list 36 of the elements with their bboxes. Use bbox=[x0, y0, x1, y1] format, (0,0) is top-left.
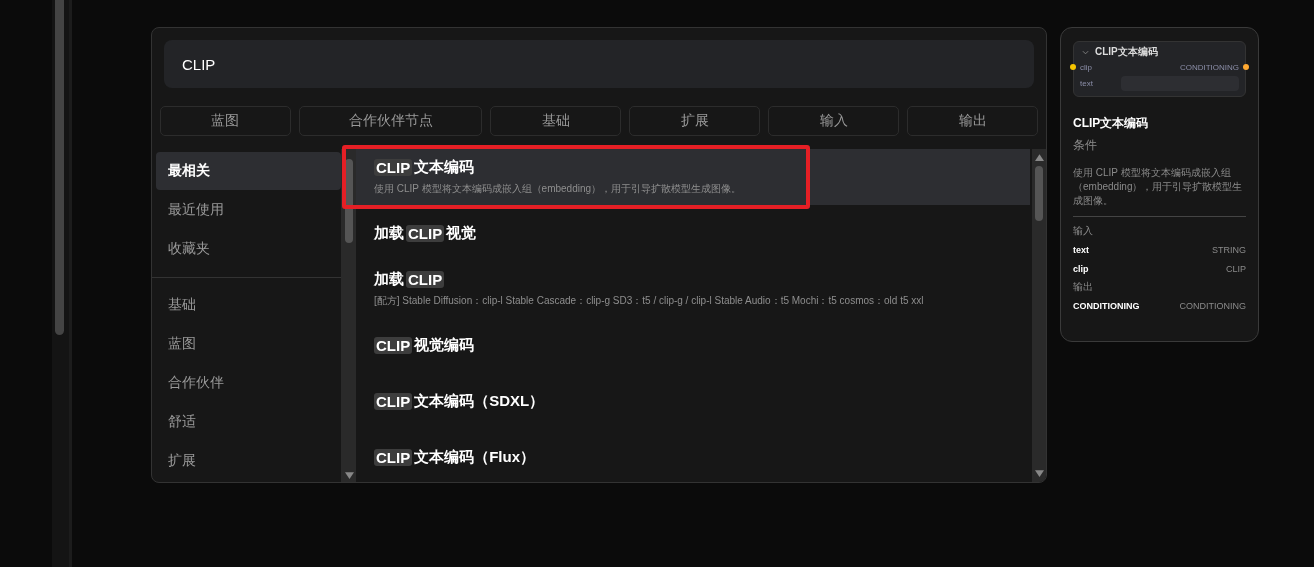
output-label: CONDITIONING bbox=[1179, 62, 1239, 72]
result-item[interactable]: CLIP 文本编码（SDXL） bbox=[356, 373, 1030, 429]
filter-button[interactable]: 输出 bbox=[907, 106, 1039, 136]
input-name: clip bbox=[1073, 263, 1089, 274]
output-type: CONDITIONING bbox=[1179, 300, 1246, 311]
section-heading: 输出 bbox=[1073, 280, 1094, 294]
category-item[interactable]: 收藏夹 bbox=[156, 230, 341, 268]
category-item[interactable]: 最近使用 bbox=[156, 191, 341, 229]
input-type: STRING bbox=[1212, 244, 1246, 255]
category-item[interactable]: 蓝图 bbox=[156, 325, 341, 363]
filter-button[interactable]: 扩展 bbox=[629, 106, 761, 136]
result-item[interactable]: 加载 CLIP [配方] Stable Diffusion：clip-l Stable Cascade：clip-g SD3：t5 / clip-g / clip-l Stable Audio：t5 Mochi：t5 cosmos：old t5 xxl bbox=[356, 261, 1030, 317]
widget-label: text bbox=[1080, 78, 1093, 88]
node-description: 使用 CLIP 模型将文本编码成嵌入组（embedding），用于引导扩散模型生成图像。 bbox=[1073, 166, 1244, 208]
category-item[interactable]: 舒适 bbox=[156, 403, 341, 441]
output-name: CONDITIONING bbox=[1073, 300, 1140, 311]
result-item[interactable]: CLIP 文本编码（Flux） bbox=[356, 429, 1030, 482]
input-name: text bbox=[1073, 244, 1089, 255]
result-item[interactable]: 加载 CLIP 视觉 bbox=[356, 205, 1030, 261]
category-item[interactable]: 合作伙伴 bbox=[156, 364, 341, 402]
search-field[interactable]: CLIP bbox=[164, 40, 1034, 88]
chevron-icon bbox=[1082, 49, 1089, 55]
node-category: 条件 bbox=[1073, 137, 1098, 154]
category-item[interactable]: 基础 bbox=[156, 286, 341, 324]
input-type: CLIP bbox=[1226, 263, 1246, 274]
node-name: CLIP文本编码 bbox=[1073, 115, 1150, 132]
filter-button[interactable]: 基础 bbox=[490, 106, 622, 136]
filter-button[interactable]: 输入 bbox=[768, 106, 900, 136]
result-item[interactable]: CLIP 视觉编码 bbox=[356, 317, 1030, 373]
node-title: CLIP文本编码 bbox=[1095, 45, 1158, 59]
filter-button[interactable]: 合作伙伴节点 bbox=[298, 106, 483, 136]
category-item[interactable]: 扩展 bbox=[156, 442, 341, 480]
category-item[interactable]: 最相关 bbox=[156, 152, 341, 190]
section-heading: 输入 bbox=[1073, 224, 1094, 238]
input-label: clip bbox=[1080, 62, 1092, 72]
filter-button[interactable]: 蓝图 bbox=[160, 106, 291, 136]
